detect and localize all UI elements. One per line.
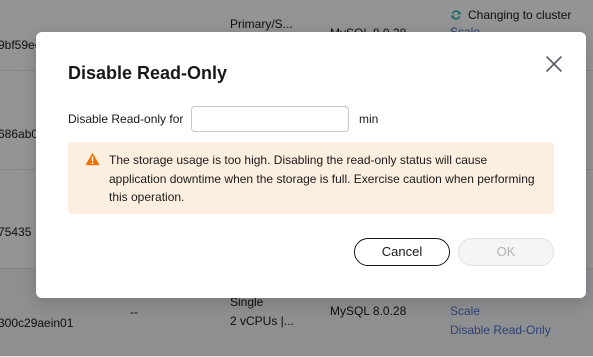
disable-read-only-dialog: Disable Read-Only Disable Read-only for … <box>36 32 586 298</box>
ok-button[interactable]: OK <box>458 238 554 266</box>
close-button[interactable] <box>544 54 564 74</box>
disable-duration-label: Disable Read-only for <box>68 112 184 126</box>
dialog-title: Disable Read-Only <box>68 63 228 83</box>
unit-label: min <box>359 112 379 126</box>
duration-minutes-input[interactable] <box>191 106 349 132</box>
warning-alert: The storage usage is too high. Disabling… <box>68 142 554 214</box>
warning-icon <box>85 152 100 166</box>
warning-text: The storage usage is too high. Disabling… <box>109 153 535 204</box>
close-icon <box>546 56 562 72</box>
cancel-button[interactable]: Cancel <box>354 238 450 266</box>
